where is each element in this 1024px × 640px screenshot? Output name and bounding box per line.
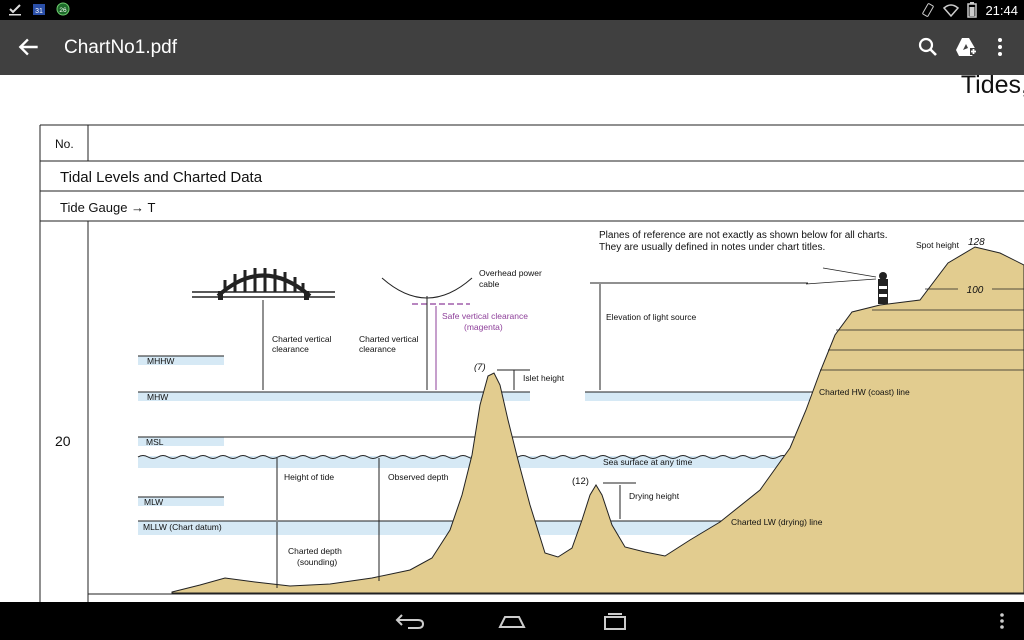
spot-height-value: 128 <box>968 237 985 248</box>
charted-hw-label: Charted HW (coast) line <box>819 387 910 397</box>
spot-height-label: Spot height <box>916 240 960 250</box>
rotate-icon <box>922 3 935 17</box>
drying-value: (12) <box>572 476 589 487</box>
cable-clearance-label-1: Charted vertical <box>359 334 419 344</box>
safe-clearance-label-1: Safe vertical clearance <box>442 311 528 321</box>
status-bar: 31 26 21:44 <box>0 0 1024 20</box>
row-number: 20 <box>55 433 71 449</box>
cable-clearance-label-2: clearance <box>359 344 396 354</box>
overhead-cable-label-1: Overhead power <box>479 268 542 278</box>
nav-menu-icon[interactable] <box>996 611 1008 631</box>
level-label-mhw: MHW <box>147 392 168 402</box>
battery-icon <box>967 2 978 18</box>
table-header-no: No. <box>55 137 74 151</box>
drive-add-icon[interactable] <box>954 35 978 59</box>
level-label-mhhw: MHHW <box>147 356 174 366</box>
bridge-icon <box>192 268 335 300</box>
sea-surface-label: Sea surface at any time <box>603 457 693 467</box>
notification-icons: 31 26 <box>8 2 70 16</box>
observed-depth-label: Observed depth <box>388 472 449 482</box>
charted-depth-label-2: (sounding) <box>297 557 337 567</box>
drying-height-label: Drying height <box>629 491 680 501</box>
wifi-icon <box>943 4 960 17</box>
overflow-menu-icon[interactable] <box>988 35 1012 59</box>
safe-clearance-label-2: (magenta) <box>464 322 503 332</box>
bridge-clearance-label-1: Charted vertical <box>272 334 332 344</box>
back-arrow-icon[interactable] <box>16 34 42 60</box>
note-line-2: They are usually defined in notes under … <box>599 242 825 253</box>
overhead-cable-label-2: cable <box>479 279 500 289</box>
check-icon <box>9 4 21 16</box>
islet-height-label: Islet height <box>523 373 565 383</box>
table-subheading: Tide Gauge → T <box>60 200 155 215</box>
document-title: ChartNo1.pdf <box>64 37 178 58</box>
nav-recents-icon[interactable] <box>600 611 630 631</box>
contour-value: 100 <box>967 285 984 296</box>
charted-lw-label: Charted LW (drying) line <box>731 517 823 527</box>
calendar-number: 31 <box>35 8 43 15</box>
clock: 21:44 <box>985 2 1018 18</box>
level-label-mllw: MLLW (Chart datum) <box>143 522 222 532</box>
islet-value: (7) <box>474 362 486 373</box>
calendar-icon: 31 <box>33 4 45 15</box>
note-line-1: Planes of reference are not exactly as s… <box>599 230 887 241</box>
lighthouse-icon <box>805 267 888 304</box>
nav-back-icon[interactable] <box>394 611 426 631</box>
pdf-page[interactable]: Tides, No. Tidal Levels and Charted Data… <box>0 75 1024 602</box>
coastline-land <box>171 246 1024 594</box>
nav-home-icon[interactable] <box>497 611 527 631</box>
search-icon[interactable] <box>916 35 940 59</box>
navigation-bar <box>0 602 1024 640</box>
table-heading: Tidal Levels and Charted Data <box>60 169 263 186</box>
level-label-msl: MSL <box>146 437 164 447</box>
charted-depth-label-1: Charted depth <box>288 546 342 556</box>
badge-icon: 26 <box>56 2 70 16</box>
height-of-tide-label: Height of tide <box>284 472 334 482</box>
app-bar: ChartNo1.pdf <box>0 20 1024 75</box>
pdf-figure: No. Tidal Levels and Charted Data Tide G… <box>39 124 1024 602</box>
badge-number: 26 <box>59 7 67 14</box>
elevation-light-label: Elevation of light source <box>606 312 697 322</box>
bridge-clearance-label-2: clearance <box>272 344 309 354</box>
level-label-mlw: MLW <box>144 497 163 507</box>
overhead-cable <box>381 277 473 299</box>
